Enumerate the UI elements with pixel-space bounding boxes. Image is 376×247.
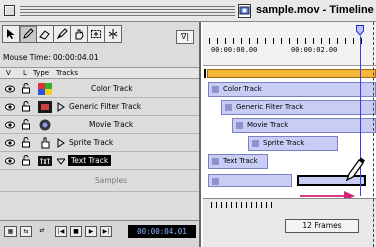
track-subrow-samples[interactable]: Samples: [0, 170, 199, 192]
playhead-handle[interactable]: [356, 25, 364, 36]
track-row-text[interactable]: Text Track: [0, 152, 199, 170]
column-type: Type: [33, 69, 50, 77]
timeline-track-generic-filter[interactable]: Generic Filter Track: [221, 100, 376, 115]
filter-track-icon: [38, 101, 52, 113]
timeline-track-text[interactable]: Text Track: [208, 154, 268, 169]
title-bar[interactable]: sample.mov - Timeline E: [0, 0, 376, 22]
arrow-tool[interactable]: [2, 25, 20, 43]
loop-button[interactable]: ⇆: [20, 226, 32, 237]
layout-button[interactable]: ▦: [4, 226, 17, 237]
eraser-icon: [39, 30, 50, 40]
hand-tool[interactable]: [70, 25, 88, 43]
eye-icon[interactable]: [5, 157, 15, 165]
track-row-sprite[interactable]: Sprite Track: [0, 134, 199, 152]
sample-block[interactable]: [208, 174, 292, 187]
unlock-icon[interactable]: [21, 101, 31, 112]
ruler-time-start: 00:00:00.00: [211, 46, 258, 54]
column-visible: V: [6, 69, 11, 77]
sprite-track-icon: [41, 137, 50, 149]
eraser-tool[interactable]: [36, 25, 54, 43]
disclosure-triangle-open-icon[interactable]: [57, 156, 65, 166]
window-edge: [373, 22, 374, 247]
eye-icon[interactable]: [5, 85, 15, 93]
timeline-pane[interactable]: 00:00:00.00 00:00:02.00 Color Track Gene…: [203, 22, 376, 247]
disclosure-triangle-icon[interactable]: [57, 102, 65, 112]
window-title: sample.mov - Timeline E: [253, 4, 376, 16]
column-lock: L: [23, 69, 27, 77]
eye-icon[interactable]: [5, 103, 15, 111]
unlock-icon[interactable]: [21, 137, 31, 148]
unlock-icon[interactable]: [21, 83, 31, 94]
snap-toggle-button[interactable]: ∇|: [176, 30, 194, 44]
play-button[interactable]: ▶: [85, 226, 97, 237]
disclosure-triangle-icon[interactable]: [57, 138, 65, 148]
hand-icon: [75, 29, 84, 40]
transport-bar: ▦ ⇆ ⇄ |◀ ■ ▶ ▶| 00:00:04.01: [0, 220, 199, 247]
track-list-header: V L Type Tracks: [0, 67, 199, 79]
timeline-track-movie[interactable]: Movie Track: [232, 118, 376, 133]
unlock-icon[interactable]: [21, 155, 31, 166]
select-region-icon: [91, 30, 101, 38]
track-row-generic-filter[interactable]: Generic Filter Track: [0, 98, 199, 116]
track-name: Movie Track: [89, 120, 134, 129]
tool-palette: [2, 25, 122, 47]
zoom-scale-ticks[interactable]: [211, 202, 273, 208]
time-ruler[interactable]: 00:00:00.00 00:00:02.00: [203, 22, 376, 66]
text-track-icon: [38, 156, 52, 166]
close-box[interactable]: [4, 5, 15, 16]
pencil-icon: [23, 28, 34, 39]
arrow-icon: [7, 29, 15, 39]
pen-icon: [56, 28, 68, 40]
title-bar-stripes: [20, 6, 235, 16]
eye-icon[interactable]: [5, 139, 15, 147]
track-name: Generic Filter Track: [69, 102, 142, 111]
track-list-pane: ∇| Mouse Time: 00:00:04.01 V L Type Trac…: [0, 22, 201, 247]
ruler-ticks: [209, 38, 369, 44]
mouse-time-readout: Mouse Time: 00:00:04.01: [3, 53, 99, 62]
track-name-selected: Text Track: [68, 155, 112, 166]
timeline-track-sprite[interactable]: Sprite Track: [248, 136, 338, 151]
track-name: Color Track: [91, 84, 133, 93]
samples-label: Samples: [95, 176, 128, 185]
track-row-color[interactable]: Color Track: [0, 80, 199, 98]
color-track-icon: [38, 83, 52, 95]
select-region-tool[interactable]: [87, 25, 105, 43]
eye-icon[interactable]: [5, 121, 15, 129]
split-tool[interactable]: [104, 25, 122, 43]
timeline-track-color[interactable]: Color Track: [208, 82, 376, 97]
timeline-footer: 12 Frames: [203, 198, 376, 247]
unlock-icon[interactable]: [21, 119, 31, 130]
track-row-movie[interactable]: Movie Track: [0, 116, 199, 134]
pencil-tool[interactable]: [19, 25, 37, 43]
ruler-time-second: 00:00:02.00: [291, 46, 338, 54]
go-to-end-button[interactable]: ▶|: [100, 226, 112, 237]
palindrome-button[interactable]: ⇄: [36, 226, 48, 237]
movie-document-icon: [238, 4, 251, 18]
pencil-cursor-icon: [345, 157, 365, 182]
movie-duration-bar[interactable]: [204, 69, 376, 78]
zoom-level-display[interactable]: 12 Frames: [285, 219, 359, 233]
movie-track-icon: [39, 119, 51, 131]
current-time-display: 00:00:04.01: [128, 225, 196, 238]
track-name: Sprite Track: [69, 138, 114, 147]
column-tracks: Tracks: [56, 69, 78, 77]
stop-button[interactable]: ■: [70, 226, 82, 237]
pen-tool[interactable]: [53, 25, 71, 43]
go-to-start-button[interactable]: |◀: [55, 226, 67, 237]
split-icon: [108, 29, 118, 39]
